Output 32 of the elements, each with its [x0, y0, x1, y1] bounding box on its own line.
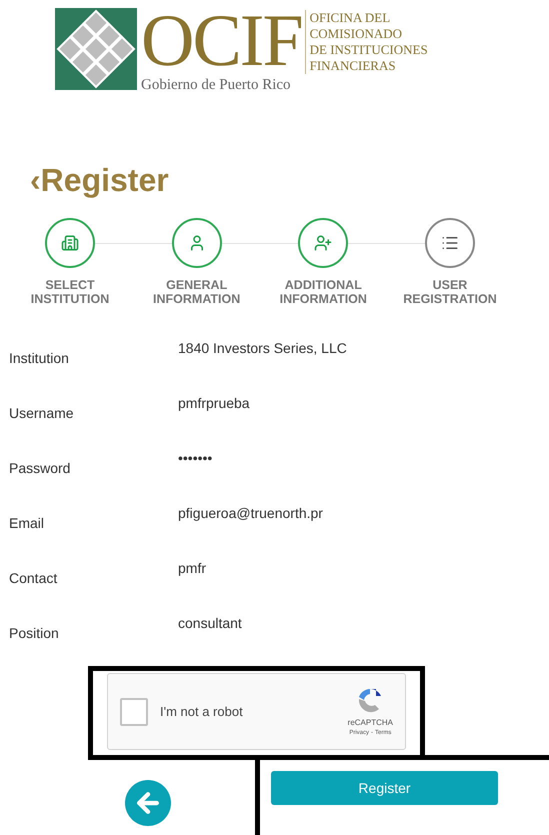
list-icon	[440, 234, 459, 252]
logo-letters: OCIF	[141, 8, 302, 74]
captcha-label: I'm not a robot	[160, 702, 244, 721]
field-value: 1840 Investors Series, LLC	[178, 339, 347, 358]
logo-subtitle: Gobierno de Puerto Rico	[141, 76, 292, 94]
logo-agency-line: FINANCIERAS	[310, 58, 397, 74]
logo-mark-icon	[55, 8, 137, 90]
step-label: SELECT INSTITUTION	[30, 278, 110, 306]
page-title: Register	[40, 161, 169, 200]
field-label: Email	[8, 514, 46, 533]
field-value: pmfr	[178, 559, 206, 578]
back-chevron[interactable]: ‹	[30, 160, 41, 200]
step-label: ADDITIONAL INFORMATION	[278, 278, 368, 306]
field-value: consultant	[178, 614, 242, 633]
field-label: Username	[8, 404, 75, 423]
field-label: Contact	[8, 569, 58, 588]
user-plus-icon	[314, 234, 332, 252]
building-icon	[61, 234, 79, 252]
field-label: Password	[8, 459, 72, 478]
back-button[interactable]	[124, 780, 170, 826]
logo-agency-line: DE INSTITUCIONES	[310, 42, 428, 58]
logo-agency-line: COMISIONADO	[310, 26, 404, 42]
captcha-brand: reCAPTCHA	[348, 717, 393, 729]
captcha-checkbox[interactable]	[120, 698, 148, 726]
step-label: GENERAL INFORMATION	[152, 278, 242, 306]
field-value: pfigueroa@truenorth.pr	[178, 504, 323, 523]
field-value: pmfrprueba	[178, 394, 250, 413]
step-label: USER REGISTRATION	[402, 278, 498, 306]
logo-agency-line: OFICINA DEL	[310, 10, 392, 26]
field-label: Position	[8, 624, 60, 643]
field-label: Institution	[8, 349, 70, 368]
field-value: •••••••	[178, 449, 212, 468]
